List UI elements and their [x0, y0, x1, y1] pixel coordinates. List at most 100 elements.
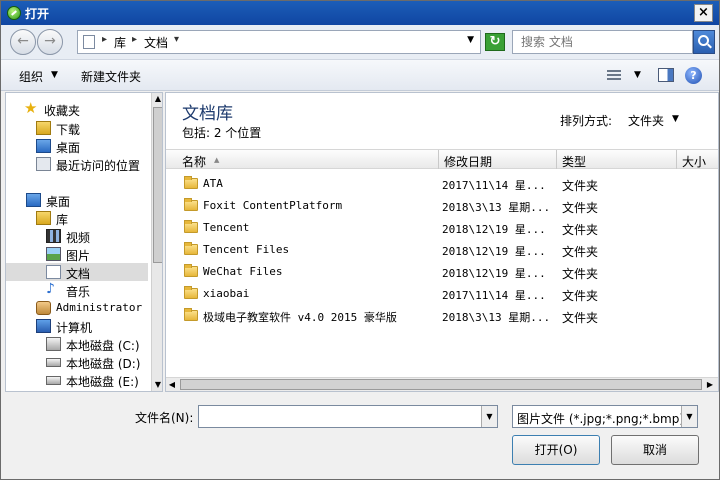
address-bar[interactable]: ▸ 库 ▸ 文档 ▾ ▼ [77, 30, 481, 54]
nav-item-computer[interactable]: 计算机 [6, 317, 148, 335]
arrange-by-dropdown[interactable]: 文件夹 [628, 112, 664, 129]
scroll-right-arrow-icon[interactable]: ▶ [704, 378, 716, 391]
column-divider[interactable] [438, 150, 439, 169]
folder-icon [184, 220, 198, 233]
breadcrumb-documents[interactable]: 文档 [144, 34, 168, 51]
nav-item-desktop[interactable]: 桌面 [6, 137, 148, 155]
file-row[interactable]: Foxit ContentPlatform 2018\3\13 星期... 文件… [166, 195, 718, 217]
library-locations-link[interactable]: 包括: 2 个位置 [182, 124, 261, 141]
file-name: xiaobai [203, 287, 250, 300]
folder-icon [184, 176, 198, 189]
folder-icon [184, 286, 198, 299]
nav-item-favorites[interactable]: ★ 收藏夹 [6, 99, 148, 119]
chevron-down-icon[interactable]: ▼ [467, 35, 474, 45]
search-box[interactable] [512, 30, 693, 54]
desktop-icon [36, 139, 51, 153]
desktop-icon [26, 193, 41, 207]
file-row[interactable]: ATA 2017\11\14 星... 文件夹 [166, 173, 718, 195]
window-title: 打开 [25, 7, 50, 21]
filename-input[interactable] [202, 407, 482, 426]
chevron-down-icon[interactable]: ▼ [681, 406, 697, 427]
nav-item-administrator[interactable]: Administrator [6, 299, 148, 317]
breadcrumb-chevron-icon[interactable]: ▸ [132, 34, 137, 45]
nav-item-recent-places[interactable]: 最近访问的位置 [6, 155, 148, 173]
scroll-up-arrow-icon[interactable]: ▲ [153, 93, 162, 105]
close-button[interactable]: × [694, 4, 713, 22]
star-icon: ★ [24, 99, 38, 117]
scrollbar-thumb[interactable] [153, 107, 162, 263]
file-type: 文件夹 [562, 201, 599, 215]
file-type-filter[interactable]: 图片文件 (*.jpg;*.png;*.bmp) ▼ [512, 405, 698, 428]
nav-item-desktop-root[interactable]: 桌面 [6, 191, 148, 209]
column-divider[interactable] [556, 150, 557, 169]
scrollbar-thumb[interactable] [180, 379, 702, 390]
open-button[interactable]: 打开(O) [512, 435, 600, 465]
scroll-down-arrow-icon[interactable]: ▼ [153, 379, 162, 391]
nav-item-label: 桌面 [56, 141, 81, 155]
filename-combobox[interactable]: ▼ [198, 405, 498, 428]
computer-icon [36, 319, 51, 333]
nav-item-label: 桌面 [46, 195, 71, 209]
open-file-dialog: 打开 × ← → ▸ 库 ▸ 文档 ▾ ▼ ↻ 组织 ▼ 新建文件夹 ▼ ? [0, 0, 720, 480]
drive-icon [46, 358, 61, 367]
file-date: 2018\3\13 星期... [442, 311, 551, 324]
search-input[interactable] [521, 32, 691, 52]
forward-button[interactable]: → [37, 29, 63, 55]
file-date: 2018\12\19 星... [442, 223, 546, 236]
nav-item-videos[interactable]: 视频 [6, 227, 148, 245]
nav-item-drive-d[interactable]: 本地磁盘 (D:) [6, 353, 148, 371]
breadcrumb-chevron-icon[interactable]: ▾ [174, 34, 179, 45]
file-row[interactable]: Tencent 2018\12\19 星... 文件夹 [166, 217, 718, 239]
chevron-down-icon[interactable]: ▼ [481, 406, 497, 427]
horizontal-scrollbar[interactable]: ◀ ▶ [166, 377, 718, 391]
scroll-left-arrow-icon[interactable]: ◀ [166, 378, 178, 391]
nav-item-label: 本地磁盘 (C:) [66, 339, 140, 353]
column-header: 名称 ▲ 修改日期 类型 大小 [166, 149, 718, 169]
new-folder-button[interactable]: 新建文件夹 [81, 68, 141, 85]
nav-item-documents[interactable]: 文档 [6, 263, 148, 281]
document-icon [83, 35, 95, 49]
nav-item-pictures[interactable]: 图片 [6, 245, 148, 263]
title-bar[interactable]: 打开 × [1, 1, 719, 25]
preview-pane-icon[interactable] [658, 68, 674, 82]
file-date: 2018\12\19 星... [442, 245, 546, 258]
file-row[interactable]: WeChat Files 2018\12\19 星... 文件夹 [166, 261, 718, 283]
column-size[interactable]: 大小 [682, 153, 706, 170]
command-toolbar: 组织 ▼ 新建文件夹 ▼ ? [1, 59, 719, 91]
column-divider[interactable] [676, 150, 677, 169]
chevron-down-icon[interactable]: ▼ [634, 70, 641, 80]
nav-item-label: 最近访问的位置 [56, 159, 141, 173]
file-row[interactable]: Tencent Files 2018\12\19 星... 文件夹 [166, 239, 718, 261]
chevron-down-icon[interactable]: ▼ [51, 70, 58, 80]
nav-scrollbar[interactable]: ▲ ▼ [151, 93, 162, 391]
nav-item-drive-c[interactable]: 本地磁盘 (C:) [6, 335, 148, 353]
view-options-icon[interactable] [607, 70, 621, 82]
search-button[interactable] [693, 30, 715, 54]
navigation-pane: ★ 收藏夹 下载 桌面 最近访问的位置 桌面 库 视频 图片 文档 ♪ 音乐 A… [5, 92, 163, 392]
breadcrumb-chevron-icon[interactable]: ▸ [102, 34, 107, 45]
file-row[interactable]: xiaobai 2017\11\14 星... 文件夹 [166, 283, 718, 305]
nav-item-music[interactable]: ♪ 音乐 [6, 281, 148, 299]
help-icon[interactable]: ? [685, 67, 702, 84]
nav-item-label: 图片 [66, 249, 91, 263]
file-name: Tencent [203, 221, 250, 234]
refresh-button[interactable]: ↻ [485, 33, 505, 51]
file-name: Foxit ContentPlatform [203, 199, 343, 212]
back-button[interactable]: ← [10, 29, 36, 55]
column-date[interactable]: 修改日期 [444, 153, 492, 170]
app-icon [7, 6, 21, 20]
organize-menu[interactable]: 组织 [19, 68, 43, 85]
folder-icon [184, 242, 198, 255]
nav-item-downloads[interactable]: 下载 [6, 119, 148, 137]
user-folder-icon [36, 301, 51, 315]
file-date: 2017\11\14 星... [442, 179, 546, 192]
column-name[interactable]: 名称 [182, 153, 206, 170]
nav-item-libraries[interactable]: 库 [6, 209, 148, 227]
breadcrumb-library[interactable]: 库 [114, 34, 126, 51]
column-type[interactable]: 类型 [562, 153, 586, 170]
nav-item-drive-e[interactable]: 本地磁盘 (E:) [6, 371, 148, 389]
cancel-button[interactable]: 取消 [611, 435, 699, 465]
system-drive-icon [46, 337, 61, 351]
chevron-down-icon[interactable]: ▼ [672, 114, 679, 124]
file-row[interactable]: 极域电子教室软件 v4.0 2015 豪华版 2018\3\13 星期... 文… [166, 305, 718, 327]
